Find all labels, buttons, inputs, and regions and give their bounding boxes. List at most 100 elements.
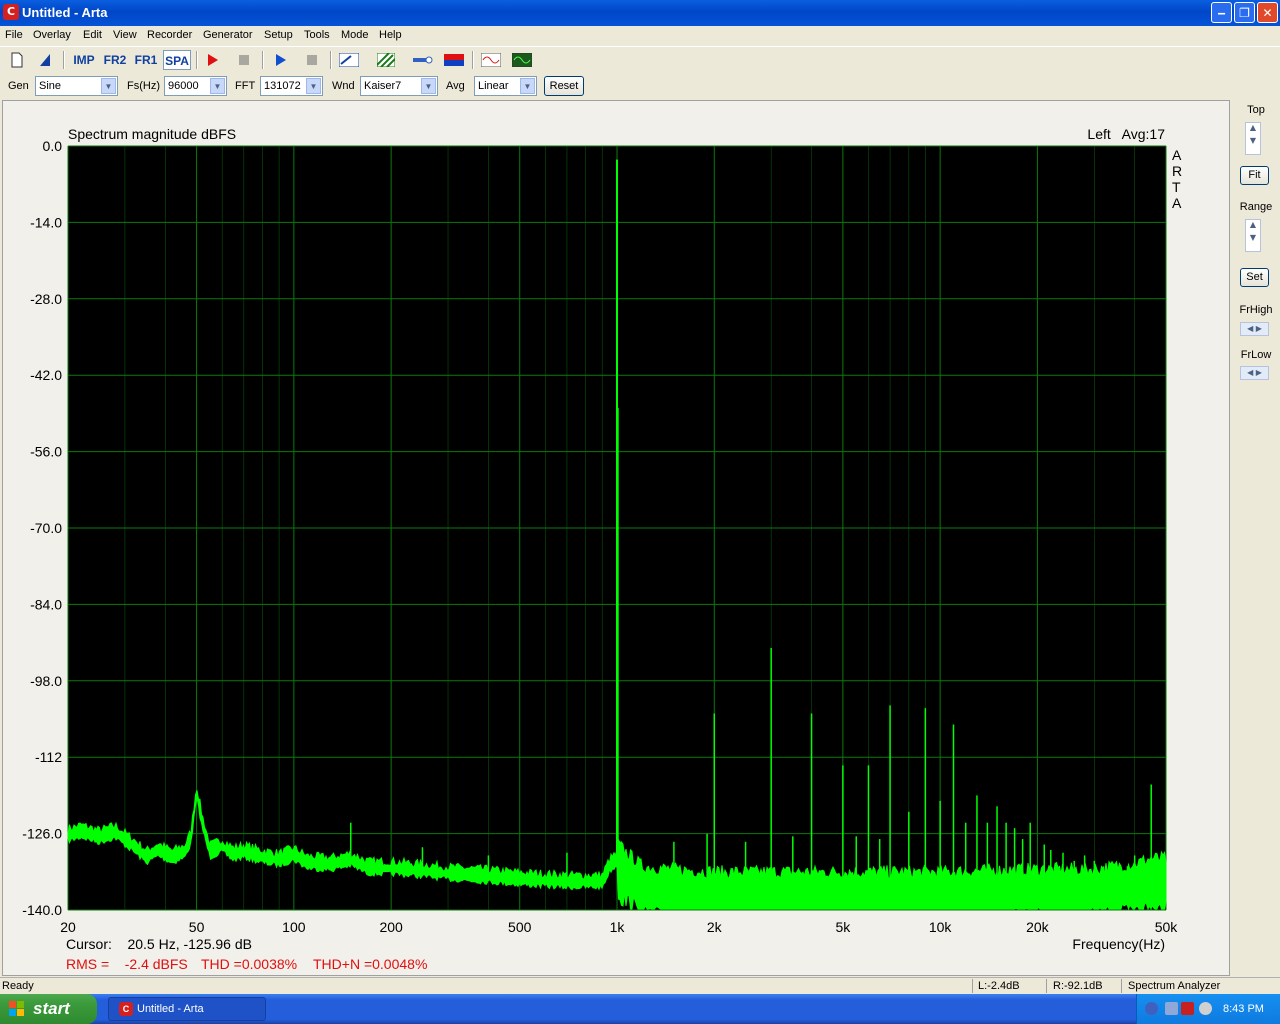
menu-recorder[interactable]: Recorder: [147, 29, 192, 41]
thd-readout: THD =0.0038%: [201, 956, 297, 972]
y-tick-label: 0.0: [43, 138, 63, 154]
avg-label: Avg: [446, 80, 465, 92]
menu-view[interactable]: View: [113, 29, 137, 41]
status-mode: Spectrum Analyzer: [1128, 980, 1221, 992]
y-tick-label: -28.0: [30, 291, 62, 307]
x-tick-label: 500: [508, 919, 532, 935]
antivirus-icon[interactable]: [1199, 1002, 1212, 1015]
menu-mode[interactable]: Mode: [341, 29, 369, 41]
title-bar: C Untitled - Arta ‒ ❐ ✕: [0, 0, 1280, 26]
open-file-icon[interactable]: [36, 50, 54, 70]
y-tick-label: -98.0: [30, 673, 62, 689]
chevron-up-icon[interactable]: ▲: [1246, 220, 1260, 229]
fs-select[interactable]: 96000 ▼: [164, 76, 227, 96]
thdn-readout: THD+N =0.0048%: [313, 956, 427, 972]
menu-edit[interactable]: Edit: [83, 29, 102, 41]
taskbar: start C Untitled - Arta 8:43 PM: [0, 994, 1280, 1024]
gen-select[interactable]: Sine ▼: [35, 76, 118, 96]
minimize-button[interactable]: ‒: [1211, 2, 1232, 23]
y-tick-label: -140.0: [22, 902, 62, 918]
arta-app-icon: C: [119, 1002, 133, 1016]
status-ready: Ready: [2, 980, 34, 992]
chevron-down-icon[interactable]: ▼: [1246, 136, 1260, 145]
chevron-up-icon[interactable]: ▲: [1246, 123, 1260, 132]
menu-setup[interactable]: Setup: [264, 29, 293, 41]
generator-stop-icon[interactable]: [303, 50, 321, 70]
chevron-down-icon: ▼: [210, 78, 225, 94]
abc-icon[interactable]: [338, 50, 360, 70]
toolbar: IMP FR2 FR1 SPA: [0, 46, 1280, 73]
frhigh-spinner[interactable]: ◀ ▶: [1240, 322, 1269, 336]
chevron-down-icon: ▼: [306, 78, 321, 94]
top-spinner[interactable]: ▲ ▼: [1245, 122, 1261, 155]
system-tray: 8:43 PM: [1136, 994, 1280, 1024]
x-tick-label: 50: [189, 919, 205, 935]
menu-bar: File Overlay Edit View Recorder Generato…: [0, 26, 1280, 45]
x-tick-label: 20: [60, 919, 76, 935]
generator-play-icon[interactable]: [272, 50, 290, 70]
status-left-level: L:-2.4dB: [978, 980, 1020, 992]
scope-green-icon[interactable]: [511, 50, 533, 70]
level-meter-icon[interactable]: [443, 50, 465, 70]
y-tick-label: -84.0: [30, 596, 62, 612]
rms-readout: RMS = -2.4 dBFS: [66, 956, 188, 972]
x-axis-label: Frequency(Hz): [1072, 936, 1165, 952]
top-label: Top: [1247, 104, 1265, 116]
wnd-select[interactable]: Kaiser7 ▼: [360, 76, 438, 96]
x-tick-label: 100: [282, 919, 306, 935]
new-file-icon[interactable]: [8, 50, 26, 70]
y-tick-label: -112: [35, 749, 62, 765]
fft-label: FFT: [235, 80, 256, 92]
tray-chevron-icon[interactable]: [1145, 1002, 1158, 1015]
channel-avg-label: Left Avg:17: [1087, 126, 1165, 142]
y-tick-label: -42.0: [30, 367, 62, 383]
x-tick-label: 50k: [1155, 919, 1179, 935]
range-spinner[interactable]: ▲ ▼: [1245, 219, 1261, 252]
fs-label: Fs(Hz): [127, 80, 160, 92]
start-button[interactable]: start: [0, 994, 97, 1024]
taskbar-item-arta[interactable]: C Untitled - Arta: [108, 997, 266, 1021]
record-play-icon[interactable]: [204, 50, 222, 70]
stop-icon[interactable]: [235, 50, 253, 70]
x-tick-label: 1k: [610, 919, 626, 935]
fit-button[interactable]: Fit: [1240, 166, 1269, 185]
y-tick-label: -126.0: [22, 826, 62, 842]
menu-help[interactable]: Help: [379, 29, 402, 41]
window-title: Untitled - Arta: [22, 5, 108, 20]
imp-mode-button[interactable]: IMP: [71, 50, 97, 70]
close-button[interactable]: ✕: [1257, 2, 1278, 23]
menu-file[interactable]: File: [5, 29, 23, 41]
hatched-icon[interactable]: [376, 50, 396, 70]
windows-logo-icon: [9, 1001, 24, 1016]
avg-select[interactable]: Linear ▼: [474, 76, 537, 96]
chevron-down-icon: ▼: [421, 78, 436, 94]
frlow-spinner[interactable]: ◀ ▶: [1240, 366, 1269, 380]
fr1-mode-button[interactable]: FR1: [133, 50, 159, 70]
reset-button[interactable]: Reset: [544, 76, 584, 96]
menu-overlay[interactable]: Overlay: [33, 29, 71, 41]
menu-tools[interactable]: Tools: [304, 29, 330, 41]
spa-mode-button[interactable]: SPA: [163, 50, 191, 70]
arta-app-icon: C: [3, 4, 19, 20]
chevron-down-icon: ▼: [520, 78, 535, 94]
menu-generator[interactable]: Generator: [203, 29, 253, 41]
fft-select[interactable]: 131072 ▼: [260, 76, 323, 96]
x-tick-label: 2k: [707, 919, 723, 935]
scope-sine-icon[interactable]: [480, 50, 502, 70]
spectrum-chart[interactable]: 0.0 -14.0 -28.0 -42.0 -56.0 -70.0 -84.0 -98.0 -1…: [2, 100, 1230, 976]
y-tick-label: -70.0: [30, 520, 62, 536]
frlow-label: FrLow: [1240, 349, 1272, 361]
shield-icon[interactable]: [1181, 1002, 1194, 1015]
arta-watermark: ARTA: [1172, 147, 1182, 211]
set-button[interactable]: Set: [1240, 268, 1269, 287]
restore-button[interactable]: ❐: [1234, 2, 1255, 23]
range-label: Range: [1239, 201, 1273, 213]
x-tick-label: 5k: [835, 919, 851, 935]
key-icon[interactable]: [412, 50, 434, 70]
network-icon[interactable]: [1165, 1002, 1178, 1015]
cursor-readout: Cursor: 20.5 Hz, -125.96 dB: [66, 936, 252, 952]
x-tick-label: 200: [379, 919, 403, 935]
chevron-down-icon[interactable]: ▼: [1246, 233, 1260, 242]
chart-title: Spectrum magnitude dBFS: [68, 126, 236, 142]
fr2-mode-button[interactable]: FR2: [102, 50, 128, 70]
